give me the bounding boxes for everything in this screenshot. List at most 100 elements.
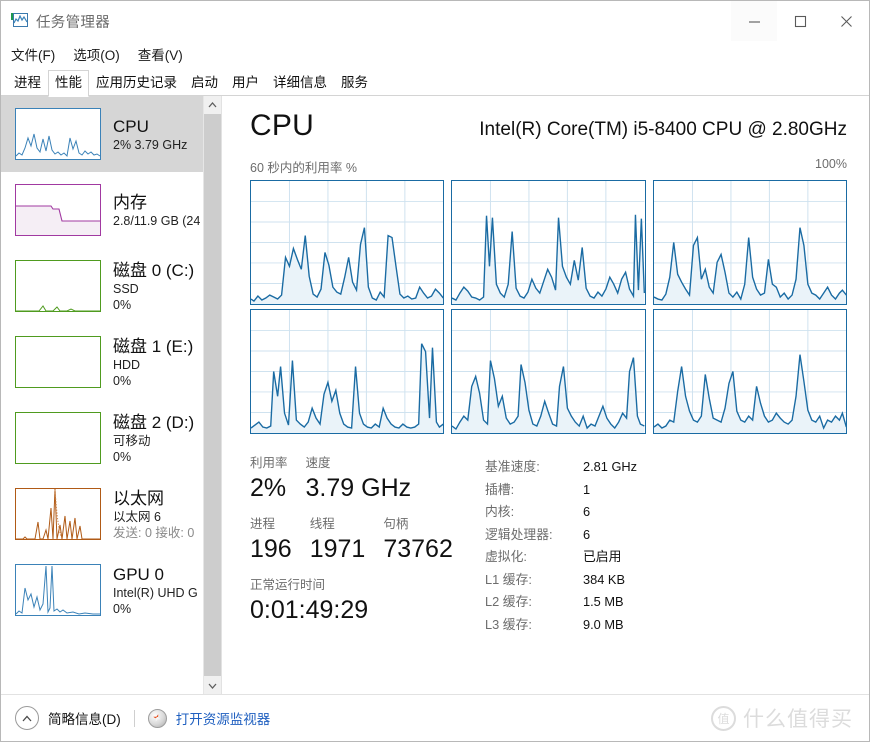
stat-handles: 句柄 73762 xyxy=(383,515,453,565)
cpu-model-name: Intel(R) Core(TM) i5-8400 CPU @ 2.80GHz xyxy=(479,119,847,140)
tab-performance[interactable]: 性能 xyxy=(48,70,89,97)
disk-1-thumbnail-graph xyxy=(15,336,101,388)
sidebar-item-disk-1-title: 磁盘 1 (E:) xyxy=(113,336,194,356)
maximize-button[interactable] xyxy=(777,1,823,41)
sidebar-item-disk-0-sub2: 0% xyxy=(113,297,132,312)
spec-virtualization-value: 已启用 xyxy=(583,549,622,564)
sidebar-item-disk-1-sub2: 0% xyxy=(113,373,132,388)
tab-users[interactable]: 用户 xyxy=(225,71,266,96)
minimize-button[interactable] xyxy=(731,1,777,41)
sidebar-item-disk-2-sub2: 0% xyxy=(113,449,132,464)
graph-y-max-label: 100% xyxy=(815,157,847,171)
sidebar-item-disk-0[interactable]: 磁盘 0 (C:) SSD 0% xyxy=(1,248,203,324)
sidebar-list: CPU 2% 3.79 GHz 内存 2.8/11.9 GB (24 磁盘 0 … xyxy=(1,96,203,694)
spec-base-speed-key: 基准速度: xyxy=(485,459,540,474)
sidebar-item-ethernet[interactable]: 以太网 以太网 6 发送: 0 接收: 0 xyxy=(1,476,203,552)
sidebar-item-disk-2-text: 磁盘 2 (D:) 可移动 0% xyxy=(113,412,194,465)
sidebar-item-cpu-sub: 2% 3.79 GHz xyxy=(113,137,188,152)
spec-base-speed: 基准速度: 2.81 GHz xyxy=(485,456,847,479)
sidebar-item-ethernet-sub2: 发送: 0 接收: 0 xyxy=(113,525,195,540)
cpu-graph-4[interactable] xyxy=(451,309,646,434)
menu-bar: 文件(F) 选项(O) 查看(V) xyxy=(1,41,869,66)
logical-processor-graphs[interactable] xyxy=(250,180,847,434)
fewer-details-button[interactable]: 简略信息(D) xyxy=(48,708,121,728)
window-controls xyxy=(731,1,869,41)
cpu-graph-1[interactable] xyxy=(451,180,646,305)
stat-speed: 速度 3.79 GHz xyxy=(306,454,412,504)
spec-l2-cache-key: L2 缓存: xyxy=(485,594,532,609)
spec-cores: 内核: 6 xyxy=(485,501,847,524)
cpu-thumbnail-graph xyxy=(15,108,101,160)
title-bar: 任务管理器 xyxy=(1,1,869,41)
cpu-graph-2[interactable] xyxy=(652,180,847,305)
menu-item-file[interactable]: 文件(F) xyxy=(11,44,55,64)
scroll-down-arrow-icon[interactable] xyxy=(204,677,221,694)
stat-processes: 进程 196 xyxy=(250,515,292,565)
spec-virtualization: 虚拟化: 已启用 xyxy=(485,546,847,569)
spec-l3-cache-key: L3 缓存: xyxy=(485,616,532,632)
tab-details[interactable]: 详细信息 xyxy=(266,71,334,96)
sidebar-item-disk-2-sub1: 可移动 xyxy=(113,433,151,448)
cpu-detail-panel: CPU Intel(R) Core(TM) i5-8400 CPU @ 2.80… xyxy=(222,96,869,694)
sidebar-item-ethernet-sub1: 以太网 6 xyxy=(113,509,161,524)
menu-item-options[interactable]: 选项(O) xyxy=(73,44,120,64)
stat-utilization: 利用率 2% xyxy=(250,454,288,504)
sidebar-item-disk-2-title: 磁盘 2 (D:) xyxy=(113,412,195,432)
spec-sockets-value: 1 xyxy=(583,481,591,497)
cpu-header: CPU Intel(R) Core(TM) i5-8400 CPU @ 2.80… xyxy=(250,108,847,148)
scroll-up-arrow-icon[interactable] xyxy=(204,96,221,113)
menu-item-view[interactable]: 查看(V) xyxy=(138,44,183,64)
sidebar-item-cpu-text: CPU 2% 3.79 GHz xyxy=(113,116,187,153)
cpu-graph-5[interactable] xyxy=(652,309,847,434)
stat-uptime-label: 正常运行时间 xyxy=(250,578,326,592)
spec-sockets: 插槽: 1 xyxy=(485,479,847,502)
sidebar-item-gpu-0-sub2: 0% xyxy=(113,601,132,616)
disk-2-thumbnail-graph xyxy=(15,412,101,464)
spec-logical-processors-value: 6 xyxy=(583,526,591,542)
resource-monitor-icon[interactable] xyxy=(147,708,167,728)
content-area: CPU 2% 3.79 GHz 内存 2.8/11.9 GB (24 磁盘 0 … xyxy=(1,96,869,694)
sidebar-item-memory-text: 内存 2.8/11.9 GB (24 xyxy=(113,192,200,229)
status-separator xyxy=(133,709,135,727)
cpu-graph-3[interactable] xyxy=(250,309,445,434)
spec-cores-key: 内核: xyxy=(485,504,515,519)
stat-utilization-value: 2% xyxy=(250,474,287,502)
watermark: 值 什么值得买 xyxy=(711,703,853,733)
stat-utilization-label: 利用率 xyxy=(250,456,288,470)
watermark-mark: 值 xyxy=(711,705,736,731)
tab-app-history[interactable]: 应用历史记录 xyxy=(89,71,184,96)
stat-threads: 线程 1971 xyxy=(310,515,366,565)
sidebar-item-disk-2[interactable]: 磁盘 2 (D:) 可移动 0% xyxy=(1,400,203,476)
sidebar-item-memory-title: 内存 xyxy=(113,192,147,212)
window-title: 任务管理器 xyxy=(36,14,110,31)
sidebar-item-ethernet-title: 以太网 xyxy=(113,488,164,508)
spec-l1-cache-value: 384 KB xyxy=(583,571,625,587)
sidebar-item-gpu-0-sub1: Intel(R) UHD G xyxy=(113,585,198,600)
chevron-up-icon[interactable] xyxy=(15,706,39,730)
spec-l1-cache: L1 缓存: 384 KB xyxy=(485,569,847,592)
tab-processes[interactable]: 进程 xyxy=(7,71,48,96)
tab-services[interactable]: 服务 xyxy=(334,71,375,96)
sidebar-item-cpu[interactable]: CPU 2% 3.79 GHz xyxy=(1,96,203,172)
status-bar: 简略信息(D) 打开资源监视器 值 什么值得买 xyxy=(1,694,869,741)
close-button[interactable] xyxy=(823,1,869,41)
sidebar-item-disk-0-text: 磁盘 0 (C:) SSD 0% xyxy=(113,260,194,313)
memory-thumbnail-graph xyxy=(15,184,101,236)
cpu-spec-list: 基准速度: 2.81 GHz 插槽: 1 内核: 6 逻辑处理器: 6 虚拟化:… xyxy=(485,454,847,636)
tab-startup[interactable]: 启动 xyxy=(184,71,225,96)
sidebar-item-disk-1[interactable]: 磁盘 1 (E:) HDD 0% xyxy=(1,324,203,400)
sidebar-item-memory[interactable]: 内存 2.8/11.9 GB (24 xyxy=(1,172,203,248)
task-manager-icon xyxy=(11,12,29,30)
sidebar-item-gpu-0-text: GPU 0 Intel(R) UHD G 0% xyxy=(113,564,198,617)
open-resource-monitor-link[interactable]: 打开资源监视器 xyxy=(176,708,271,728)
spec-sockets-key: 插槽: xyxy=(485,481,515,497)
watermark-text: 什么值得买 xyxy=(743,708,853,731)
spec-logical-processors: 逻辑处理器: 6 xyxy=(485,524,847,547)
sidebar-scrollbar[interactable] xyxy=(203,96,221,694)
sidebar-item-gpu-0[interactable]: GPU 0 Intel(R) UHD G 0% xyxy=(1,552,203,628)
sidebar-item-gpu-0-title: GPU 0 xyxy=(113,564,165,584)
cpu-graph-0[interactable] xyxy=(250,180,445,305)
tab-bar: 进程 性能 应用历史记录 启动 用户 详细信息 服务 xyxy=(1,66,869,97)
spec-l1-cache-key: L1 缓存: xyxy=(485,571,532,587)
scrollbar-thumb[interactable] xyxy=(204,114,221,676)
